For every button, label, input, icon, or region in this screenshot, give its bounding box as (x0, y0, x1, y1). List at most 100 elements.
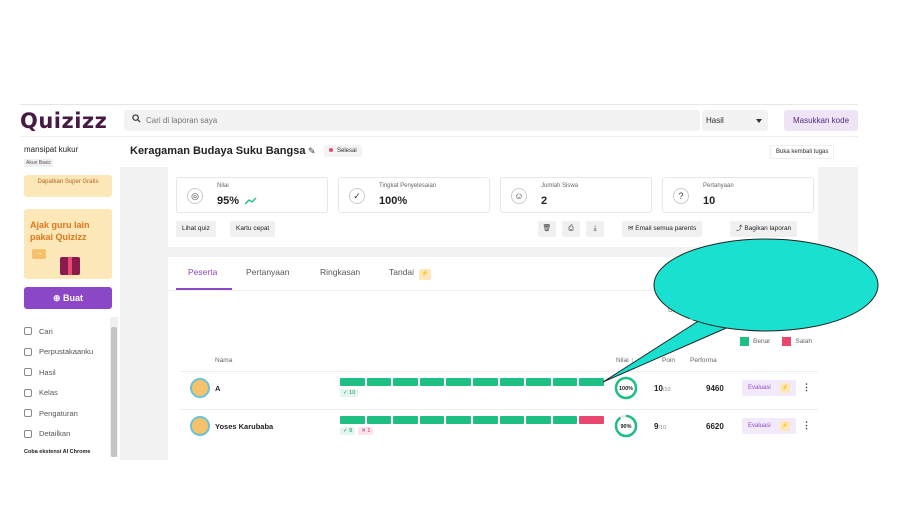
enter-code-button[interactable]: Masukkan kode (784, 110, 858, 131)
answer-correct-bar (499, 416, 525, 424)
stat-card-students: ☺ Jumlah Siswa 2 (500, 177, 652, 213)
stat-value: 100% (379, 195, 408, 207)
answer-correct-bar (472, 378, 498, 386)
sidebar-item-classes[interactable]: Kelas (24, 383, 112, 404)
answer-correct-bar (419, 378, 445, 386)
answer-correct-bar (472, 416, 498, 424)
points-total: /10 (662, 387, 671, 393)
sidebar-item-cari[interactable]: Cari (24, 321, 112, 342)
answer-correct-bar (552, 378, 578, 386)
create-button[interactable]: ⊕ Buat (24, 287, 112, 309)
stat-label: Tingkat Penyelesaian (379, 183, 437, 189)
table-row[interactable]: A ✓ 10 100% 10/10 9460 Evaluasi ⚡ ⋮ (180, 371, 818, 407)
evaluate-button[interactable]: Evaluasi ⚡ (742, 418, 796, 434)
report-type-select[interactable]: Hasil (702, 110, 768, 131)
more-options-icon[interactable]: ⋮ (802, 420, 811, 431)
stat-label: Jumlah Siswa (541, 183, 579, 189)
answer-correct-bar (446, 378, 471, 386)
edit-icon[interactable]: ✎ (308, 146, 316, 157)
answer-wrong-bar (579, 416, 604, 424)
view-quiz-button[interactable]: Lihat quiz (176, 221, 216, 237)
sidebar-nav: Cari Perpustakaanku Hasil Kelas Pengatur… (24, 321, 112, 444)
search-bar[interactable] (124, 110, 700, 131)
student-name[interactable]: A (215, 384, 220, 393)
more-options-icon[interactable]: ⋮ (802, 382, 811, 393)
select-value: Hasil (706, 116, 724, 125)
wrong-count: 1 (367, 428, 371, 434)
sidebar-scrollbar[interactable] (110, 317, 118, 457)
status-text: Selesai (337, 148, 357, 154)
sidebar-item-library[interactable]: Perpustakaanku (24, 342, 112, 363)
answer-correct-bar (340, 378, 365, 386)
print-icon[interactable]: ⎙ (562, 221, 580, 237)
chevron-down-icon (24, 429, 32, 438)
answer-correct-bar (366, 416, 392, 424)
library-icon (24, 347, 32, 356)
report-tabs: Peserta Pertanyaan Ringkasan Tandai ⚡ (168, 257, 858, 291)
wrong-count-tag: ✕ 1 (358, 427, 374, 435)
legend-correct-swatch (740, 337, 749, 346)
sidebar-item-results[interactable]: Hasil (24, 362, 112, 383)
users-icon: ☺ (511, 188, 527, 204)
target-icon: ◎ (187, 188, 203, 204)
legend-wrong: Salah (795, 338, 812, 345)
evaluate-button[interactable]: Evaluasi ⚡ (742, 380, 796, 396)
chart-icon (24, 368, 32, 377)
quizizz-logo[interactable]: Quizizz (20, 109, 107, 133)
search-input[interactable] (146, 110, 686, 131)
score-percent: 90% (620, 424, 631, 430)
stat-value: 2 (541, 195, 548, 207)
tab-questions[interactable]: Pertanyaan (246, 267, 289, 277)
share-report-button[interactable]: ⤴ Bagikan laporan (730, 221, 798, 237)
search-icon (132, 114, 141, 123)
invite-promo-card[interactable]: Ajak guru lain pakai Quizizz → (24, 209, 112, 279)
answer-correct-bar (499, 378, 525, 386)
stat-card-questions: ? Pertanyaan 10 (662, 177, 814, 213)
column-header-name: Nama (215, 357, 233, 364)
column-header-performance: Performa (690, 357, 717, 364)
stat-label: Pertanyaan (703, 183, 734, 189)
tab-flag[interactable]: Tandai ⚡ (389, 267, 432, 280)
check-circle-icon: ✓ (349, 188, 365, 204)
answer-correct-bar (526, 378, 551, 386)
active-tab-indicator (176, 288, 232, 290)
sidebar-item-label: Detailkan (39, 429, 71, 439)
flashcards-button[interactable]: Kartu cepat (230, 221, 276, 237)
column-header-points: Poin (662, 357, 676, 364)
sidebar-item-more[interactable]: Detailkan (24, 424, 112, 445)
account-badge: Akun Basic (24, 159, 54, 167)
download-icon[interactable]: ⤓ (586, 221, 604, 237)
arrow-right-icon[interactable]: → (32, 249, 46, 259)
stat-card-completion: ✓ Tingkat Penyelesaian 100% (338, 177, 490, 213)
sort-label[interactable]: Urut (668, 307, 680, 314)
search-icon (24, 327, 32, 336)
upgrade-promo-button[interactable]: Dapatkan Super Gratis (24, 175, 112, 197)
sidebar: mansipat kukur Akun Basic Dapatkan Super… (20, 137, 120, 460)
tab-participants[interactable]: Peserta (188, 267, 217, 277)
score-ring: 100% (614, 376, 638, 400)
participants-table: Benar Salah Nama Nilai ↑ Poin Performa A… (180, 333, 818, 460)
main-content: Keragaman Budaya Suku Bangsa ✎ Selesai B… (120, 137, 858, 460)
lightning-icon: ⚡ (419, 269, 432, 280)
stats-panel: ◎ Nilai 95% ✓ Tingkat Penyelesaian 100% … (168, 167, 818, 247)
email-parents-button[interactable]: ✉ Email semua parents (622, 221, 703, 237)
correct-count: 10 (349, 390, 356, 396)
quizizz-app-window: Quizizz Hasil Masukkan kode mansipat kuk… (20, 104, 858, 460)
column-header-score-label: Nilai (616, 357, 629, 364)
reopen-assignment-button[interactable]: Buka kembali tugas (770, 145, 835, 159)
column-header-score[interactable]: Nilai ↑ (616, 357, 634, 364)
stat-card-score: ◎ Nilai 95% (176, 177, 328, 213)
chrome-extension-link[interactable]: Coba ekstensi AI Chrome (24, 449, 90, 455)
scrollbar-thumb[interactable] (111, 327, 117, 457)
username: mansipat kukur (24, 145, 79, 154)
answer-correct-bar (579, 378, 604, 386)
tab-summary[interactable]: Ringkasan (320, 267, 360, 277)
sidebar-item-label: Kelas (39, 388, 58, 398)
table-row[interactable]: Yoses Karubaba ✓ 9 ✕ 1 90% 9/10 6620 Eva… (180, 409, 818, 445)
student-name[interactable]: Yoses Karubaba (215, 422, 273, 431)
trash-icon[interactable]: 🗑 (538, 221, 556, 237)
sidebar-item-settings[interactable]: Pengaturan (24, 403, 112, 424)
answer-bars (340, 378, 604, 386)
create-button-label: Buat (63, 293, 84, 303)
answer-tags: ✓ 10 (340, 389, 359, 397)
